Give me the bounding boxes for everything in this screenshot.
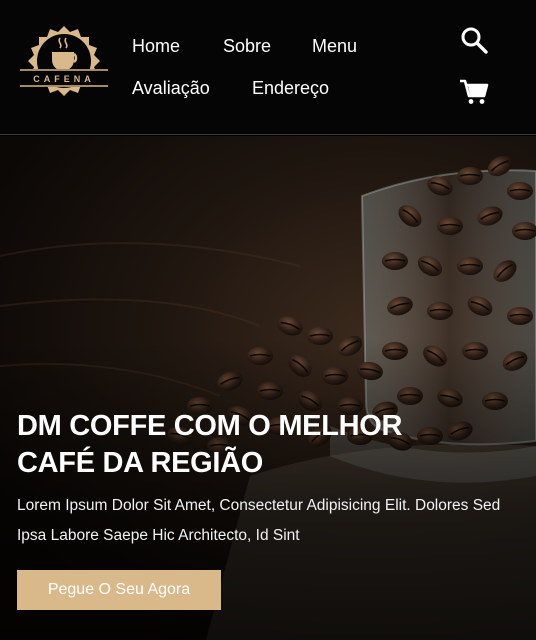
nav-home[interactable]: Home <box>132 36 180 57</box>
nav-endereco[interactable]: Endereço <box>252 78 329 99</box>
hero-title: DM COFFE COM O MELHOR CAFÉ DA REGIÃO <box>17 410 403 479</box>
cart-icon[interactable] <box>459 78 489 111</box>
site-header: CAFENA Home Sobre Menu Avaliação Endereç… <box>0 0 536 135</box>
search-icon[interactable] <box>460 26 488 59</box>
nav-sobre[interactable]: Sobre <box>223 36 271 57</box>
svg-text:CAFENA: CAFENA <box>33 74 95 84</box>
hero-overlay <box>0 136 536 640</box>
nav-menu[interactable]: Menu <box>312 36 357 57</box>
nav-avaliacao[interactable]: Avaliação <box>132 78 210 99</box>
hero-description: Lorem Ipsum Dolor Sit Amet, Consectetur … <box>17 497 501 544</box>
get-yours-button[interactable]: Pegue O Seu Agora <box>17 570 221 610</box>
hero-section: DM COFFE COM O MELHOR CAFÉ DA REGIÃO Lor… <box>0 136 536 640</box>
cafena-logo[interactable]: CAFENA <box>16 24 112 104</box>
